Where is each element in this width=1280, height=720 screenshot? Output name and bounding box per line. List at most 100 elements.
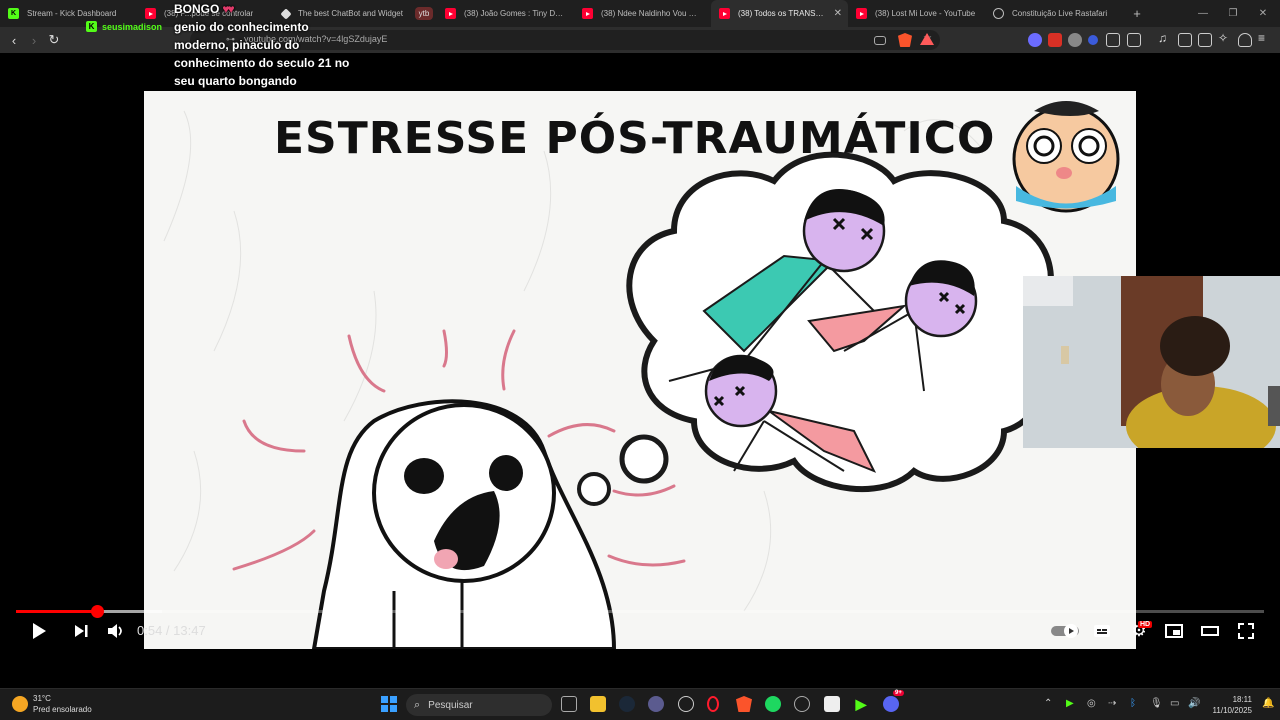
tab-youtube-video[interactable]: (38) Lost Mi Love - YouTube xyxy=(848,0,985,27)
maximize-icon[interactable]: ❐ xyxy=(1218,0,1248,27)
speaker-icon[interactable]: 🔊 xyxy=(1188,698,1200,709)
brave-icon[interactable] xyxy=(736,696,752,712)
cast-icon[interactable] xyxy=(874,36,886,45)
wallet-icon[interactable] xyxy=(1198,33,1212,47)
extension-icon[interactable] xyxy=(1028,33,1042,47)
menu-icon[interactable]: ≡ xyxy=(1258,31,1272,45)
chat-username: K seusimadison xyxy=(86,21,162,32)
tray-app-icon[interactable]: ▶ xyxy=(1066,698,1074,709)
steam-icon[interactable] xyxy=(619,696,635,712)
webcam-overlay xyxy=(1023,276,1280,448)
kick-streamer-icon[interactable]: ▶ xyxy=(853,696,869,712)
tab-youtube-video[interactable]: (38) Ndee Naldinho Vou mudar xyxy=(574,0,711,27)
search-placeholder: Pesquisar xyxy=(428,699,473,711)
kick-icon: K xyxy=(8,8,19,19)
tab-title: (38) Ndee Naldinho Vou mudar xyxy=(601,9,703,18)
tab-group-ytb[interactable]: ytb xyxy=(411,0,437,27)
windows-start-icon[interactable] xyxy=(381,696,397,712)
stream-overlay: BONGO ♥♥ genio do conhecimento moderno, … xyxy=(174,0,364,90)
hearts-icon: ♥♥ xyxy=(222,2,234,16)
app-icon[interactable] xyxy=(648,696,664,712)
progress-bar[interactable] xyxy=(16,605,1264,618)
kick-icon: K xyxy=(86,21,97,32)
taskbar-search[interactable]: ⌕ Pesquisar xyxy=(406,694,552,716)
extensions-puzzle-icon[interactable] xyxy=(1106,33,1120,47)
theater-mode-button[interactable] xyxy=(1200,621,1220,641)
miniplayer-icon xyxy=(1165,624,1183,638)
close-window-icon[interactable]: ✕ xyxy=(1248,0,1278,27)
played-bar xyxy=(16,610,98,613)
scrubber-handle[interactable] xyxy=(91,605,105,618)
video-title-text: ESTRESSE PÓS-TRAUMÁTICO xyxy=(274,113,996,164)
tray-app-icon[interactable]: ⇢ xyxy=(1108,698,1116,709)
settings-button[interactable]: ⚙ HD xyxy=(1126,621,1153,641)
volume-button[interactable] xyxy=(105,621,127,641)
notepad-icon[interactable] xyxy=(824,696,840,712)
back-icon[interactable]: ‹ xyxy=(4,30,24,50)
clock[interactable]: 18:11 11/10/2025 xyxy=(1206,694,1252,716)
media-controls-icon[interactable]: ♫ xyxy=(1158,31,1172,45)
video-player[interactable]: ESTRESSE PÓS-TRAUMÁTICO xyxy=(144,91,1136,649)
brave-rewards-icon[interactable] xyxy=(920,33,934,45)
tab-youtube-video[interactable]: (38) João Gomes : Tiny Desk Br xyxy=(437,0,574,27)
overlay-title: BONGO xyxy=(174,2,220,16)
new-tab-button[interactable]: + xyxy=(1122,0,1152,27)
temperature: 31°C xyxy=(33,694,51,703)
file-explorer-icon[interactable] xyxy=(590,696,606,712)
next-icon xyxy=(75,625,88,637)
play-button[interactable] xyxy=(28,621,50,641)
reload-icon[interactable]: ↻ xyxy=(44,30,64,50)
leo-ai-icon[interactable]: ✧ xyxy=(1218,31,1232,45)
cartoon-illustration xyxy=(163,101,1120,649)
screenshot-icon[interactable] xyxy=(1127,33,1141,47)
weather-widget[interactable]: 31°C Pred ensolarado xyxy=(12,693,92,715)
app-icon[interactable] xyxy=(794,696,810,712)
brave-shields-icon[interactable] xyxy=(898,33,912,47)
sidebar-icon[interactable] xyxy=(1178,33,1192,47)
tab-constituicao[interactable]: Constituição Live Rastafari xyxy=(985,0,1122,27)
miniplayer-button[interactable] xyxy=(1164,621,1184,641)
tab-title: Stream - Kick Dashboard xyxy=(27,9,117,18)
extension-icon[interactable] xyxy=(1088,35,1098,45)
tab-youtube-active[interactable]: (38) Todos os TRANSTORNOS ✕ xyxy=(711,0,848,27)
opera-gx-icon[interactable] xyxy=(707,696,719,712)
youtube-icon xyxy=(582,8,593,19)
subtitles-icon xyxy=(1094,625,1110,637)
windows-taskbar: 31°C Pred ensolarado ⌕ Pesquisar ▶ 9+ ⌃ … xyxy=(0,688,1280,720)
chat-username-text: seusimadison xyxy=(102,21,163,32)
notifications-icon[interactable]: 🔔 xyxy=(1262,698,1274,709)
vpn-icon[interactable] xyxy=(1238,33,1252,47)
clock-date: 11/10/2025 xyxy=(1212,706,1252,715)
github-icon[interactable] xyxy=(678,696,694,712)
close-icon[interactable]: ✕ xyxy=(834,8,842,19)
chevron-up-icon[interactable]: ⌃ xyxy=(1044,698,1052,709)
clock-time: 18:11 xyxy=(1232,695,1252,704)
tab-title: (38) João Gomes : Tiny Desk Br xyxy=(464,9,566,18)
fullscreen-button[interactable] xyxy=(1236,621,1256,641)
minimize-icon[interactable]: — xyxy=(1188,0,1218,27)
theater-icon xyxy=(1201,626,1219,636)
extension-icon[interactable] xyxy=(1048,33,1062,47)
tray-app-icon[interactable]: ◎ xyxy=(1087,698,1096,709)
hd-badge: HD xyxy=(1138,621,1153,628)
overlay-line: moderno, pinaculo do xyxy=(174,38,300,52)
volume-icon xyxy=(108,624,122,638)
youtube-icon xyxy=(856,8,867,19)
subtitles-button[interactable] xyxy=(1092,621,1112,641)
bluetooth-icon[interactable]: ᛒ xyxy=(1130,698,1136,709)
tab-title: (38) Lost Mi Love - YouTube xyxy=(875,9,976,18)
fullscreen-icon xyxy=(1238,623,1254,639)
extension-icon[interactable] xyxy=(1068,33,1082,47)
globe-icon xyxy=(993,8,1004,19)
autoplay-toggle[interactable] xyxy=(1050,621,1080,641)
forward-icon[interactable]: › xyxy=(24,30,44,50)
microphone-icon[interactable]: 🎙 xyxy=(1150,698,1163,709)
next-button[interactable] xyxy=(70,621,92,641)
tab-title: (38) Todos os TRANSTORNOS xyxy=(738,9,828,18)
network-icon[interactable]: ▭ xyxy=(1170,698,1179,709)
tab-group-label: ytb xyxy=(414,7,434,20)
notification-badge: 9+ xyxy=(893,690,904,696)
spotify-icon[interactable] xyxy=(765,696,781,712)
task-view-icon[interactable] xyxy=(561,696,577,712)
discord-icon[interactable]: 9+ xyxy=(883,690,904,712)
